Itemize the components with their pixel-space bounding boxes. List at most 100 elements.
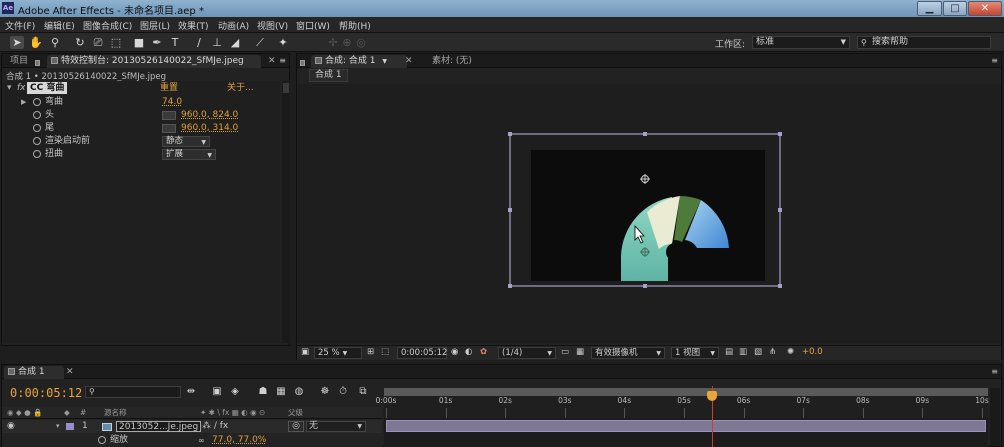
fx-icon[interactable]: fx: [17, 82, 26, 95]
end-value[interactable]: 960.0, 314.0: [181, 122, 238, 135]
switch-icons[interactable]: ⁂ ∕ fx: [202, 420, 228, 433]
tab-effect-controls[interactable]: 特效控制台: 20130526140022_SfMJe.jpeg: [47, 55, 261, 68]
expand-arrow-icon[interactable]: ▶: [21, 96, 26, 109]
effect-panel-scrollbar[interactable]: [282, 81, 290, 343]
rectangle-tool-icon[interactable]: ■: [132, 36, 146, 49]
menu-edit[interactable]: 编辑(E): [44, 19, 75, 32]
brainstorm-icon[interactable]: ☸: [318, 385, 332, 399]
minimize-button[interactable]: ▁: [917, 1, 942, 16]
snapshot-icon[interactable]: ◉: [451, 347, 458, 359]
label-color-swatch[interactable]: [66, 423, 74, 430]
close-button[interactable]: ✕: [968, 1, 1002, 16]
hand-tool-icon[interactable]: ✋: [29, 36, 43, 49]
menu-view[interactable]: 视图(V): [257, 19, 288, 32]
playhead-handle-icon[interactable]: [706, 391, 717, 401]
time-ruler[interactable]: 0:00s 01s 02s 03s 04s 05s 06s 07s 08s 09s 10s: [376, 388, 989, 418]
about-link[interactable]: 关于...: [227, 82, 254, 95]
layer-name[interactable]: 2013052...Je.jpeg: [116, 421, 202, 432]
crosshair-icon[interactable]: [162, 111, 176, 120]
crosshair-icon[interactable]: [162, 124, 176, 133]
menu-animation[interactable]: 动画(A): [218, 19, 249, 32]
pickwhip-icon[interactable]: ◎: [288, 421, 304, 432]
composition-viewer[interactable]: [297, 84, 1001, 343]
rotate-tool-icon[interactable]: ↻: [73, 36, 87, 49]
brush-tool-icon[interactable]: ∕: [192, 36, 206, 49]
close-icon[interactable]: ✕: [62, 366, 78, 379]
channel-icon[interactable]: ✿: [480, 347, 487, 359]
timeline-search-input[interactable]: ⚲: [85, 386, 181, 398]
panel-menu-icon[interactable]: ≡: [279, 56, 286, 65]
timeline-icon[interactable]: ▧: [754, 347, 762, 359]
eye-icon[interactable]: ◉: [7, 420, 15, 433]
mask-visibility-icon[interactable]: ⬚: [381, 347, 389, 359]
clone-stamp-tool-icon[interactable]: ⊥: [210, 36, 224, 49]
graph-editor-icon[interactable]: ⧉: [356, 385, 370, 399]
work-area-bar[interactable]: [384, 388, 988, 396]
distort-select[interactable]: 扩展 ▼: [162, 149, 216, 160]
scrollbar-thumb[interactable]: [283, 83, 289, 93]
stopwatch-icon[interactable]: [33, 124, 41, 132]
tab-footage[interactable]: 素材: (无): [428, 55, 476, 68]
menu-effect[interactable]: 效果(T): [178, 19, 209, 32]
panel-menu-icon[interactable]: ≡: [991, 56, 998, 65]
stopwatch-icon[interactable]: [33, 98, 41, 106]
help-search-input[interactable]: ⚲ 搜索帮助: [857, 36, 991, 49]
stopwatch-icon[interactable]: [33, 150, 41, 158]
maximize-button[interactable]: □: [943, 1, 967, 16]
layer-track-area[interactable]: [384, 418, 988, 447]
view-layout-select[interactable]: 1 视图 ▼: [671, 347, 719, 359]
menu-layer[interactable]: 图层(L): [140, 19, 170, 32]
eraser-tool-icon[interactable]: ◢: [228, 36, 242, 49]
stopwatch-icon[interactable]: [33, 111, 41, 119]
panel-menu-icon[interactable]: ≡: [991, 367, 998, 376]
comp-mini-flowchart-icon[interactable]: ⇹: [184, 385, 198, 399]
puppet-pin-tool-icon[interactable]: ✦: [276, 36, 290, 49]
exposure-value[interactable]: +0.0: [802, 347, 823, 359]
frame-blending-icon[interactable]: ▦: [274, 385, 288, 399]
scale-value[interactable]: 77.0, 77.0%: [212, 434, 266, 447]
close-icon[interactable]: ✕: [264, 55, 280, 68]
pan-behind-tool-icon[interactable]: ⬚: [109, 36, 123, 49]
selection-tool-icon[interactable]: ➤: [10, 36, 24, 49]
layer-duration-bar[interactable]: [386, 420, 986, 432]
motion-blur-icon[interactable]: ◍: [292, 385, 306, 399]
fast-preview-icon[interactable]: ▥: [739, 347, 747, 359]
pen-tool-icon[interactable]: ✒: [150, 36, 164, 49]
close-icon[interactable]: ✕: [401, 55, 417, 68]
zoom-tool-icon[interactable]: ⚲: [48, 36, 62, 49]
workspace-select[interactable]: 标准 ▼: [752, 36, 850, 49]
toggle-pixel-aspect-icon[interactable]: ▤: [725, 347, 733, 359]
shy-layers-icon[interactable]: ☗: [256, 385, 270, 399]
viewer-canvas[interactable]: [297, 84, 1001, 343]
always-preview-icon[interactable]: ▣: [301, 347, 309, 359]
source-name-header[interactable]: 源名称: [104, 407, 127, 419]
tab-timeline-comp[interactable]: 合成 1: [4, 366, 64, 379]
bend-value[interactable]: 74.0: [162, 96, 182, 109]
menu-file[interactable]: 文件(F): [5, 19, 35, 32]
camera-select[interactable]: 有效摄像机 ▼: [591, 347, 665, 359]
stopwatch-icon[interactable]: [98, 436, 106, 444]
comp-subtab[interactable]: 合成 1: [309, 69, 348, 82]
expand-arrow-icon[interactable]: ▾: [56, 420, 60, 433]
timecode-button[interactable]: 0:00:05:12: [397, 347, 447, 359]
tab-composition[interactable]: 合成: 合成 1 ▼: [311, 55, 407, 68]
effect-header-row[interactable]: fx ▾ CC 弯曲 重置 关于...: [3, 82, 280, 95]
parent-select[interactable]: 无 ▼: [306, 421, 366, 432]
type-tool-icon[interactable]: T: [168, 36, 182, 49]
render-prestart-select[interactable]: 静态 ▼: [162, 136, 210, 147]
roto-brush-tool-icon[interactable]: ⟋: [253, 36, 267, 49]
effect-name[interactable]: CC 弯曲: [27, 82, 68, 94]
menu-window[interactable]: 窗口(W): [296, 19, 330, 32]
lock-icon[interactable]: [300, 57, 308, 70]
tab-project[interactable]: 项目: [6, 55, 32, 68]
exposure-icon[interactable]: ✺: [787, 347, 794, 359]
layer-row[interactable]: ◉ ▾ 1 2013052...Je.jpeg ⁂ ∕ fx ◎ 无 ▼: [2, 420, 382, 433]
resolution-select[interactable]: (1/4) ▼: [498, 347, 556, 359]
draft-3d-icon[interactable]: ◈: [228, 385, 242, 399]
start-value[interactable]: 960.0, 824.0: [181, 109, 238, 122]
menu-help[interactable]: 帮助(H): [339, 19, 371, 32]
menu-composition[interactable]: 图像合成(C): [83, 19, 132, 32]
flowchart-icon[interactable]: ⋔: [769, 347, 776, 359]
zoom-select[interactable]: 25 % ▼: [314, 347, 362, 359]
camera-tool-icon[interactable]: ⎚: [91, 36, 105, 49]
